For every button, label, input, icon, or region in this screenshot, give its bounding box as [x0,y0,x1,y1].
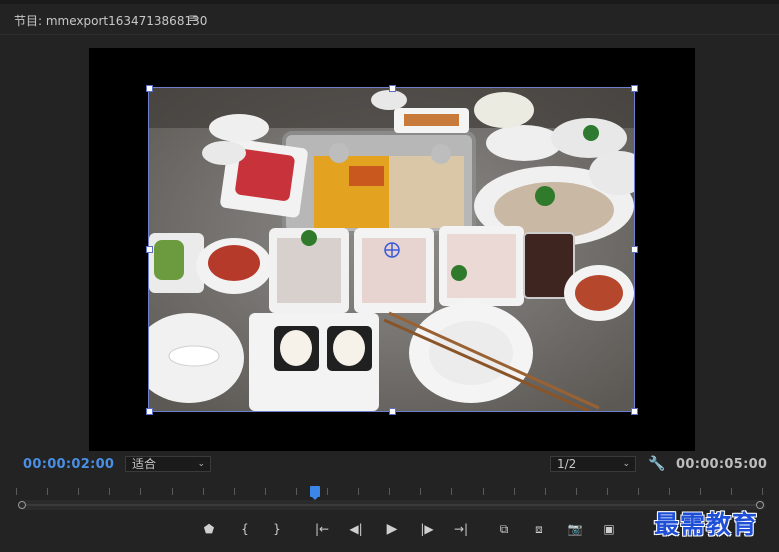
mark-out-icon[interactable]: } [266,520,288,538]
zoom-level-value: 适合 [132,457,157,471]
insert-icon[interactable]: ⧉ [493,520,515,538]
ruler-tick [483,488,484,495]
ruler-tick [47,488,48,495]
ruler-tick [109,488,110,495]
step-back-icon[interactable]: ◀| [345,520,367,538]
export-frame-icon[interactable]: 📷 [564,520,586,538]
monitor-controls-row: 00:00:02:00 适合 ⌄ 1/2 ⌄ 🔧 00:00:05:00 [0,454,779,476]
scrollbar-left-handle[interactable] [18,501,26,509]
go-to-out-icon[interactable]: →| [450,520,472,538]
wrench-icon[interactable]: 🔧 [648,456,665,472]
ruler-tick [358,488,359,495]
playhead[interactable] [310,486,320,500]
mark-in-icon[interactable]: { [234,520,256,538]
step-forward-icon[interactable]: |▶ [416,520,438,538]
chevron-down-icon: ⌄ [622,459,630,469]
playback-resolution-select[interactable]: 1/2 ⌄ [550,456,636,472]
ruler-tick [140,488,141,495]
transform-handle-bottom-left[interactable] [146,408,153,415]
ruler-tick [203,488,204,495]
program-monitor-header: 节目: mmexport1634713868130 ≡ [0,4,779,35]
transform-handle-bottom-center[interactable] [389,408,396,415]
scrollbar-track [24,504,760,506]
go-to-in-icon[interactable]: |← [311,520,333,538]
hotpot-photo [149,88,634,411]
program-monitor-viewport[interactable] [89,48,695,451]
ruler-tick [234,488,235,495]
time-ruler[interactable] [16,484,764,498]
duration-timecode: 00:00:05:00 [676,457,768,472]
transform-handle-middle-left[interactable] [146,246,153,253]
ruler-tick [16,488,17,495]
ruler-tick [296,488,297,495]
marker-icon[interactable]: ⬟ [198,520,220,538]
playback-resolution-value: 1/2 [557,457,577,471]
ruler-tick [265,488,266,495]
ruler-tick [700,488,701,495]
transform-handle-bottom-right[interactable] [631,408,638,415]
ruler-tick [514,488,515,495]
video-frame-image[interactable] [148,87,635,412]
ruler-tick [420,488,421,495]
chevron-down-icon: ⌄ [197,459,205,469]
ruler-tick [545,488,546,495]
ruler-tick [78,488,79,495]
play-icon[interactable]: ▶ [381,520,403,538]
ruler-tick [327,488,328,495]
ruler-tick [607,488,608,495]
watermark-logo: 最需教育 [654,510,759,539]
transform-handle-top-left[interactable] [146,85,153,92]
transform-handle-middle-right[interactable] [631,246,638,253]
zoom-level-select[interactable]: 适合 ⌄ [125,456,211,472]
ruler-tick [669,488,670,495]
panel-menu-icon[interactable]: ≡ [188,11,198,25]
ruler-tick [451,488,452,495]
ruler-tick [638,488,639,495]
ruler-tick [731,488,732,495]
ruler-tick [762,488,763,495]
ruler-tick [389,488,390,495]
current-timecode[interactable]: 00:00:02:00 [23,457,114,472]
transform-handle-top-center[interactable] [389,85,396,92]
transform-handle-top-right[interactable] [631,85,638,92]
ruler-tick [576,488,577,495]
overwrite-icon[interactable]: ⧈ [528,520,550,538]
comparison-view-icon[interactable]: ▣ [598,520,620,538]
panel-title[interactable]: 节目: mmexport1634713868130 [14,12,207,29]
ruler-tick [172,488,173,495]
